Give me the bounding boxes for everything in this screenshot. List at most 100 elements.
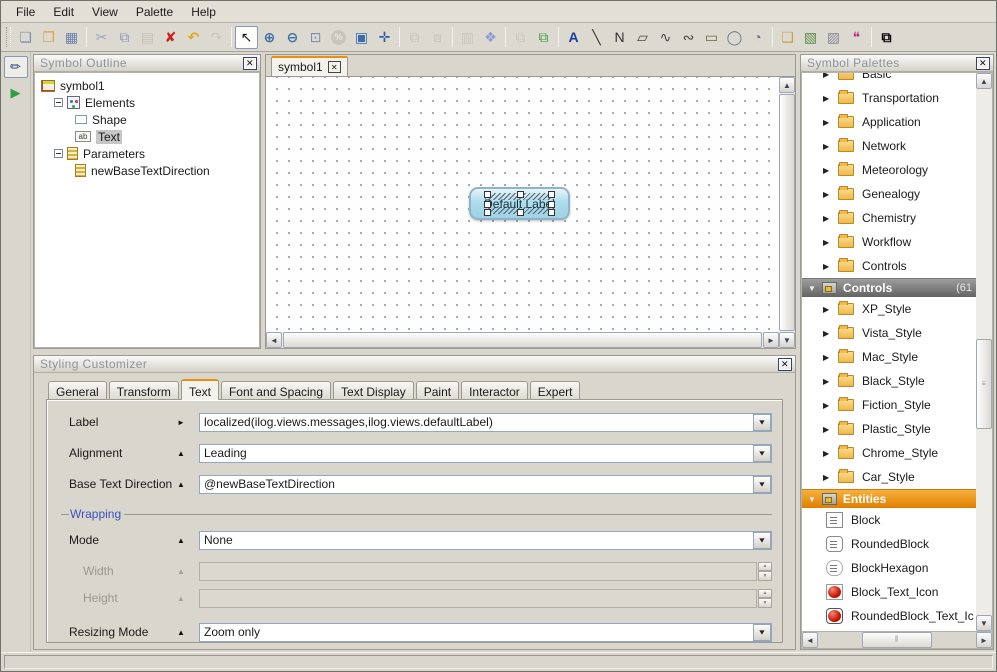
scrollbar-track[interactable]: ≡ [976, 89, 992, 615]
palette-folder-basic[interactable]: Basic [802, 73, 976, 86]
chevron-down-icon[interactable] [753, 476, 771, 493]
expand-right-icon[interactable] [823, 166, 831, 175]
scrollbar-track[interactable] [282, 332, 763, 348]
foreground-background-icon[interactable]: ⧉ [875, 26, 898, 49]
palette-item-blockhexagon[interactable]: BlockHexagon [802, 556, 976, 580]
palette-item-roundedblock_text_ic[interactable]: RoundedBlock_Text_Ic [802, 604, 976, 628]
selection-handle[interactable] [484, 209, 491, 216]
line-tool-icon[interactable]: ╲ [585, 26, 608, 49]
delete-icon[interactable]: ✘ [159, 26, 182, 49]
close-icon[interactable] [243, 57, 257, 70]
expand-right-icon[interactable] [823, 353, 831, 362]
pan-icon[interactable]: ✛ [373, 26, 396, 49]
expand-right-icon[interactable] [177, 418, 199, 427]
image-icon[interactable]: ▨ [822, 26, 845, 49]
text-tool-icon[interactable]: A [562, 26, 585, 49]
polygon-tool-icon[interactable]: ▱ [631, 26, 654, 49]
open-folder-icon[interactable]: ❐ [37, 26, 60, 49]
cut-icon[interactable]: ✂ [90, 26, 113, 49]
symbol-check-icon[interactable]: ❖ [479, 26, 502, 49]
selection-handle[interactable] [548, 209, 555, 216]
tree-node-parameter[interactable]: newBaseTextDirection [41, 162, 259, 179]
expand-up-icon[interactable] [177, 449, 199, 458]
palette-folder-car_style[interactable]: Car_Style [802, 465, 976, 489]
polyline-tool-icon[interactable]: N [608, 26, 631, 49]
palette-folder-transportation[interactable]: Transportation [802, 86, 976, 110]
resizing-mode-combobox[interactable]: Zoom only [199, 623, 772, 642]
canvas-view[interactable]: Default Label [266, 77, 779, 332]
expand-right-icon[interactable] [823, 190, 831, 199]
palette-folder-application[interactable]: Application [802, 110, 976, 134]
controls-section-header[interactable]: Controls (61 [802, 278, 976, 297]
scroll-right-icon[interactable] [763, 332, 779, 348]
zoom-in-icon[interactable]: ⊕ [258, 26, 281, 49]
undo-icon[interactable]: ↶ [182, 26, 205, 49]
tab-font-and-spacing[interactable]: Font and Spacing [221, 381, 331, 400]
tab-paint[interactable]: Paint [416, 381, 459, 400]
tree-node-text[interactable]: ab Text [41, 128, 259, 145]
close-icon[interactable] [778, 358, 792, 371]
default-label-element[interactable]: Default Label [469, 187, 570, 220]
label-combobox[interactable]: localized(ilog.views.messages,ilog.views… [199, 413, 772, 432]
scroll-up-icon[interactable] [976, 73, 992, 89]
tab-general[interactable]: General [48, 381, 107, 400]
expand-right-icon[interactable] [823, 73, 831, 79]
chevron-down-icon[interactable] [753, 532, 771, 549]
palette-item-block_text_icon[interactable]: Block_Text_Icon [802, 580, 976, 604]
selection-handle[interactable] [548, 191, 555, 198]
chevron-down-icon[interactable] [753, 445, 771, 462]
expand-up-icon[interactable] [177, 536, 199, 545]
palette-item-block[interactable]: Block [802, 508, 976, 532]
scrollbar-track[interactable] [779, 93, 795, 332]
tab-text-display[interactable]: Text Display [333, 381, 414, 400]
tab-interactor[interactable]: Interactor [461, 381, 528, 400]
selection-handle[interactable] [484, 201, 491, 208]
menu-help[interactable]: Help [182, 3, 225, 21]
collapse-toggle-icon[interactable] [54, 149, 63, 158]
expand-right-icon[interactable] [823, 425, 831, 434]
expand-right-icon[interactable] [823, 473, 831, 482]
expand-right-icon[interactable] [823, 238, 831, 247]
scrollbar-thumb[interactable]: ≡ [976, 339, 992, 429]
mode-combobox[interactable]: None [199, 531, 772, 550]
expand-right-icon[interactable] [823, 214, 831, 223]
spline-tool-icon[interactable]: ∿ [654, 26, 677, 49]
palette-folder-xp_style[interactable]: XP_Style [802, 297, 976, 321]
entities-section-header[interactable]: Entities [802, 489, 976, 508]
tab-text[interactable]: Text [181, 379, 219, 400]
collapse-toggle-icon[interactable] [54, 98, 63, 107]
palette-folder-workflow[interactable]: Workflow [802, 230, 976, 254]
tree-node-shape[interactable]: Shape [41, 111, 259, 128]
expand-right-icon[interactable] [823, 142, 831, 151]
tab-symbol1[interactable]: symbol1 [271, 56, 348, 76]
menu-view[interactable]: View [83, 3, 127, 21]
fit-to-contents-icon[interactable]: ▣ [350, 26, 373, 49]
scrollbar-track[interactable]: ⫼ [818, 632, 976, 648]
palette-folder-fiction_style[interactable]: Fiction_Style [802, 393, 976, 417]
run-icon[interactable]: ▶ [4, 82, 28, 104]
palette-folder-chrome_style[interactable]: Chrome_Style [802, 441, 976, 465]
tab-expert[interactable]: Expert [530, 381, 581, 400]
tab-transform[interactable]: Transform [109, 381, 179, 400]
scrollbar-thumb[interactable]: ⫼ [862, 632, 932, 648]
expand-right-icon[interactable] [823, 262, 831, 271]
paintbrush-icon[interactable]: ✏ [4, 56, 28, 78]
expand-right-icon[interactable] [823, 377, 831, 386]
scrollbar-thumb[interactable] [779, 94, 795, 331]
menu-palette[interactable]: Palette [127, 3, 182, 21]
new-file-icon[interactable]: ❏ [14, 26, 37, 49]
palette-folder-plastic_style[interactable]: Plastic_Style [802, 417, 976, 441]
palette-folder-mac_style[interactable]: Mac_Style [802, 345, 976, 369]
import-image-icon[interactable]: ▧ [799, 26, 822, 49]
menu-file[interactable]: File [7, 3, 44, 21]
expand-right-icon[interactable] [823, 94, 831, 103]
scroll-up-icon[interactable] [779, 77, 795, 93]
label-tool-icon[interactable]: ❝ [845, 26, 868, 49]
send-to-back-icon[interactable]: ⧉ [532, 26, 555, 49]
expand-right-icon[interactable] [823, 449, 831, 458]
save-icon[interactable]: ▦ [60, 26, 83, 49]
selection-handle[interactable] [548, 201, 555, 208]
scroll-down-icon[interactable] [779, 332, 795, 348]
scroll-left-icon[interactable] [802, 632, 818, 648]
scroll-left-icon[interactable] [266, 332, 282, 348]
